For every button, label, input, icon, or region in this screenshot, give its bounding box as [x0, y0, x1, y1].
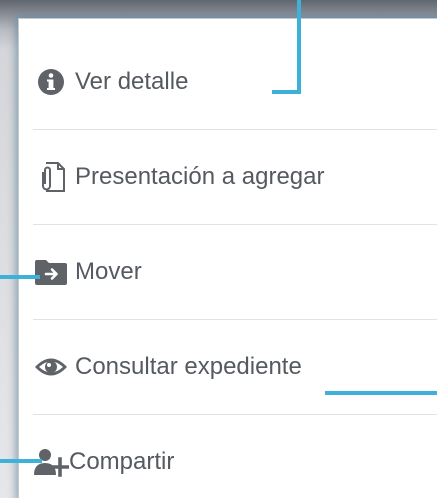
info-circle-icon [33, 64, 69, 100]
menu-item-mover[interactable]: Mover [33, 225, 437, 319]
callout-line-horizontal [272, 90, 301, 94]
callout-line-consultar [325, 391, 437, 395]
menu-item-label: Ver detalle [75, 68, 189, 95]
folder-arrow-icon [33, 254, 69, 290]
menu-item-label: Compartir [69, 448, 175, 475]
menu-item-label: Consultar expediente [75, 353, 302, 380]
menu-item-compartir[interactable]: Compartir [33, 415, 437, 498]
screenshot-stage: Ver detalle Presentación a agregar Mover… [0, 0, 437, 498]
callout-line-mover [0, 275, 40, 279]
eye-icon [33, 349, 69, 385]
paperclip-document-icon [33, 159, 69, 195]
menu-item-ver-detalle[interactable]: Ver detalle [33, 35, 437, 129]
menu-item-consultar-expediente[interactable]: Consultar expediente [33, 320, 437, 414]
context-menu: Ver detalle Presentación a agregar Mover… [18, 18, 437, 498]
menu-item-label: Presentación a agregar [75, 163, 325, 190]
menu-item-presentacion-a-agregar[interactable]: Presentación a agregar [33, 130, 437, 224]
menu-item-label: Mover [75, 258, 142, 285]
callout-line-vertical [297, 0, 301, 94]
callout-line-compartir [0, 459, 42, 463]
